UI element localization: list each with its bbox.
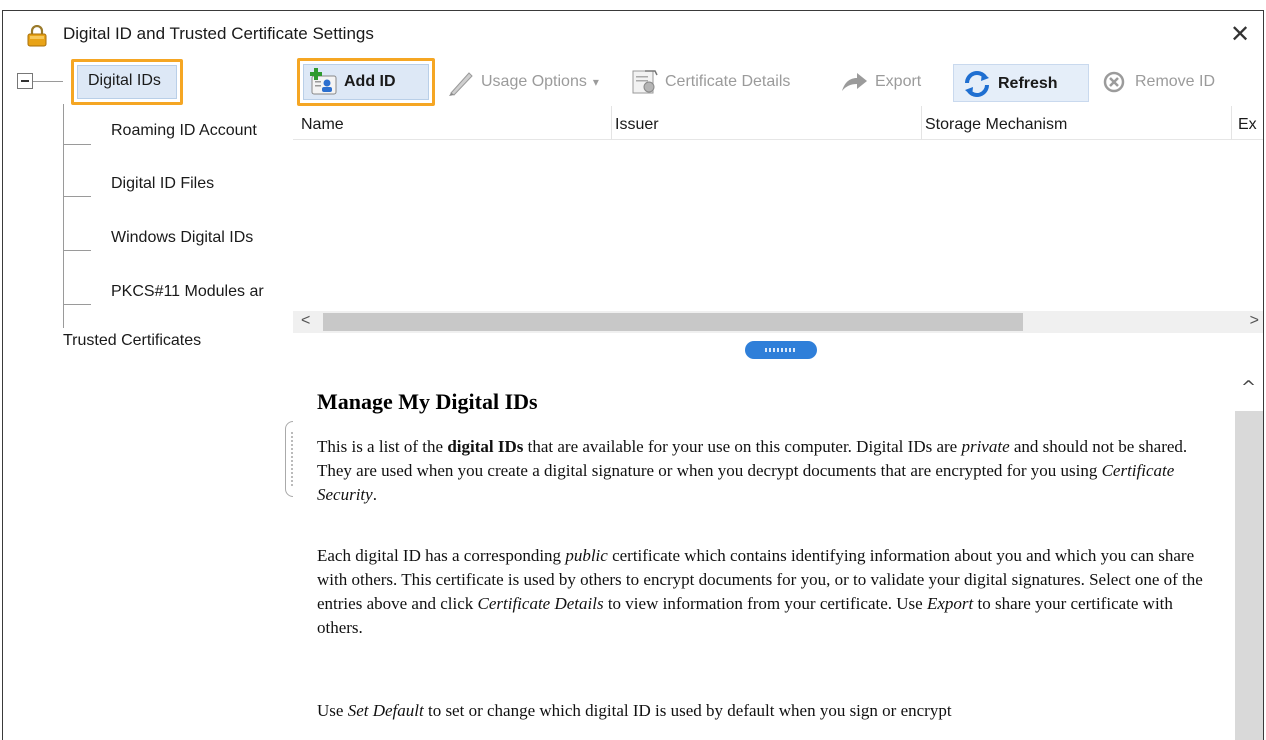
tree-item-pkcs11-modules[interactable]: PKCS#11 Modules ar [111,283,286,301]
content-paragraph: Each digital ID has a corresponding publ… [317,544,1217,640]
scrollbar-thumb[interactable] [1235,411,1263,740]
column-divider[interactable] [1231,106,1232,140]
usage-options-button[interactable]: Usage Options ▾ [445,64,599,100]
add-id-content: Add ID [308,64,396,100]
toolbar: Add ID Usage Options ▾ Certificate Detai… [293,56,1263,106]
refresh-content: Refresh [962,66,1058,102]
remove-circle-icon [1103,71,1125,93]
pen-icon [449,72,473,96]
text-run: Use [317,701,348,720]
scrollbar-thumb[interactable] [323,313,1023,331]
tree-connector [63,144,91,145]
refresh-label: Refresh [998,75,1058,92]
settings-tree: Digital IDs Roaming ID Account Digital I… [3,56,288,740]
text-run: to set or change which digital ID is use… [423,701,952,720]
italic-text: public [565,546,608,565]
text-run: Each digital ID has a corresponding [317,546,566,565]
window-title: Digital ID and Trusted Certificate Setti… [63,24,374,43]
column-header-storage-mechanism[interactable]: Storage Mechanism [925,116,1067,134]
table-header: Name Issuer Storage Mechanism Ex [293,106,1263,140]
tree-item-roaming-id-account[interactable]: Roaming ID Account [111,122,286,140]
horizontal-splitter-grip[interactable] [745,341,817,359]
text-run: to view information from your certificat… [603,594,927,613]
scroll-up-arrow-icon[interactable]: ^ [1241,377,1256,398]
tree-connector [63,304,91,305]
export-label: Export [875,73,922,90]
column-divider[interactable] [611,106,612,140]
content-paragraph: This is a list of the digital IDs that a… [317,435,1217,507]
settings-window: Digital ID and Trusted Certificate Setti… [2,10,1264,740]
tree-item-digital-ids[interactable]: Digital IDs [71,59,183,105]
refresh-button[interactable]: Refresh [953,64,1089,102]
column-header-expires[interactable]: Ex [1238,116,1257,134]
certificate-icon [632,70,658,94]
dropdown-arrow-icon: ▾ [592,75,599,89]
certificate-details-button[interactable]: Certificate Details [629,64,790,100]
bold-text: digital IDs [447,437,524,456]
text-run: This is a list of the [317,437,448,456]
close-button[interactable]: ✕ [1223,17,1257,51]
tree-connector [63,104,64,328]
column-header-issuer[interactable]: Issuer [615,116,659,134]
lock-icon [27,25,47,47]
help-content-panel: Manage My Digital IDs This is a list of … [293,363,1235,740]
usage-options-label: Usage Options [481,73,587,90]
export-button[interactable]: Export [839,64,921,100]
refresh-icon [965,71,989,97]
column-header-name[interactable]: Name [301,116,344,134]
italic-text: Certificate Details [477,594,604,613]
export-arrow-icon [842,73,867,91]
tree-item-label: Digital IDs [88,72,161,89]
scroll-left-arrow-icon[interactable]: < [301,312,310,330]
text-run: . [372,485,377,504]
collapse-toggle-icon[interactable] [17,73,33,89]
tree-connector [63,196,91,197]
add-id-icon [310,68,337,95]
remove-id-label: Remove ID [1135,73,1216,90]
vertical-scrollbar[interactable]: ^ [1235,363,1263,740]
certificate-details-label: Certificate Details [665,73,791,90]
tree-item-trusted-certificates[interactable]: Trusted Certificates [63,332,283,350]
tree-connector [63,250,91,251]
horizontal-scrollbar[interactable]: < > [293,311,1263,333]
add-id-button[interactable]: Add ID [297,58,435,106]
italic-text: private [961,437,1010,456]
title-bar: Digital ID and Trusted Certificate Setti… [3,11,1263,56]
content-paragraph: Use Set Default to set or change which d… [317,699,1217,723]
italic-text: Export [926,594,974,613]
tree-connector [33,81,63,82]
add-id-label: Add ID [344,73,396,90]
italic-text: Set Default [347,701,424,720]
remove-id-button[interactable]: Remove ID [1099,64,1215,100]
column-divider[interactable] [921,106,922,140]
content-heading: Manage My Digital IDs [317,389,538,414]
tree-item-windows-digital-ids[interactable]: Windows Digital IDs [111,229,286,247]
scroll-right-arrow-icon[interactable]: > [1250,312,1259,330]
tree-item-digital-id-files[interactable]: Digital ID Files [111,175,286,193]
text-run: that are available for your use on this … [523,437,962,456]
